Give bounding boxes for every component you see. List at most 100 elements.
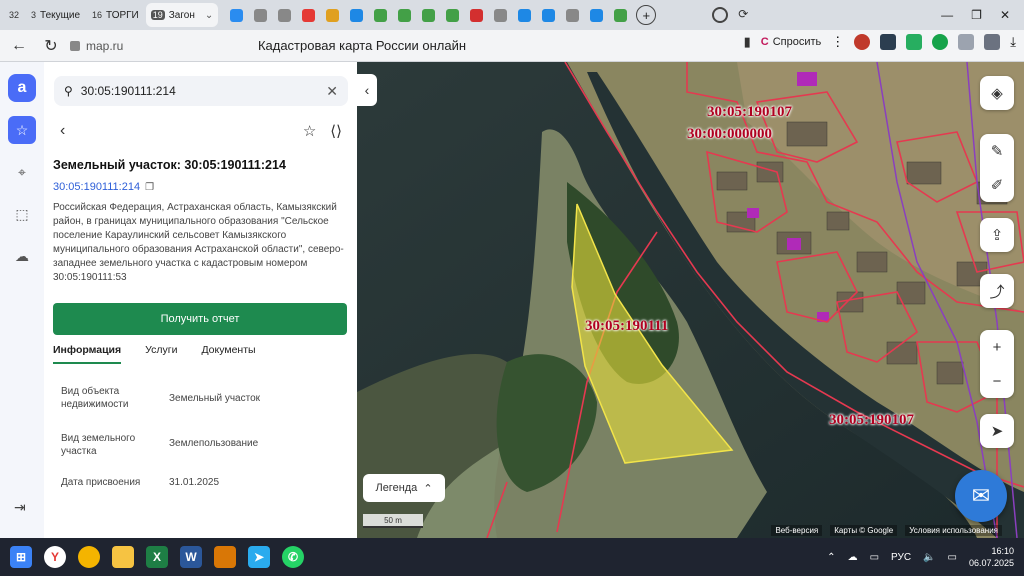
extensions-icon[interactable]: ⟳	[738, 7, 748, 23]
tab-icon-4[interactable]	[322, 3, 342, 27]
tab-icon-9[interactable]	[442, 3, 462, 27]
share-map-icon[interactable]: ⤴	[980, 274, 1014, 308]
volume-icon[interactable]: 🔈	[923, 552, 935, 563]
prop-key: Дата присвоения	[61, 477, 141, 488]
tray-cloud-icon[interactable]: ☁	[848, 552, 858, 563]
explorer-icon[interactable]	[112, 546, 134, 568]
favorites-icon[interactable]: ☆	[8, 116, 36, 144]
star-icon[interactable]: ☆	[303, 122, 316, 140]
layers-icon[interactable]: ◈	[980, 76, 1014, 110]
extension-icon-5[interactable]	[958, 34, 975, 50]
extension-icon-4[interactable]	[932, 34, 949, 50]
tab-icon-14[interactable]	[562, 3, 582, 27]
tab-icon-6[interactable]	[370, 3, 390, 27]
windows-start-icon[interactable]: ⊞	[10, 546, 32, 568]
tab-icon-7[interactable]	[394, 3, 414, 27]
download-icon[interactable]: ⤓	[1010, 34, 1016, 50]
extension-icon-6[interactable]	[984, 34, 1001, 50]
tab-services[interactable]: Услуги	[145, 344, 177, 364]
map-attribution: Веб-версия Карты © Google Условия исполь…	[771, 525, 1002, 536]
tab-icon-16[interactable]	[610, 3, 630, 27]
bookmark-icon[interactable]: ▮	[744, 34, 751, 50]
maximize-icon[interactable]: ❐	[971, 8, 982, 22]
locate-icon[interactable]: ➤	[980, 414, 1014, 448]
search-input[interactable]: ⚲ 30:05:190111:214 ✕	[54, 76, 348, 106]
collapse-panel-button[interactable]: ‹	[357, 74, 377, 106]
cadastral-number-link[interactable]: 30:05:190111:214 ❐	[53, 181, 154, 193]
login-icon[interactable]: ⇥	[14, 499, 26, 516]
measure-icon[interactable]: ⌖	[8, 158, 36, 186]
tab-count: 19	[150, 10, 165, 20]
copy-icon[interactable]: ❐	[145, 182, 154, 193]
extension-icon-3[interactable]	[906, 34, 923, 50]
edit-icon[interactable]: ✐	[980, 168, 1014, 202]
terms-link[interactable]: Условия использования	[905, 525, 1002, 536]
tray-app-icon[interactable]: ▭	[870, 552, 879, 563]
cadastral-label: 30:05:190107	[829, 412, 914, 428]
telegram-icon[interactable]: ➤	[248, 546, 270, 568]
yandex-browser-icon[interactable]: Y	[44, 546, 66, 568]
ruler-icon[interactable]: ✎	[980, 134, 1014, 168]
favicon-icon	[565, 8, 579, 22]
language-indicator[interactable]: РУС	[891, 552, 911, 563]
tab-icon-1[interactable]	[250, 3, 270, 27]
word-icon[interactable]: W	[180, 546, 202, 568]
upload-icon[interactable]: ⇪	[980, 218, 1014, 252]
favicon-icon	[301, 8, 315, 22]
tab-icon-8[interactable]	[418, 3, 438, 27]
tab-icon-5[interactable]	[346, 3, 366, 27]
ask-button[interactable]: С Спросить	[761, 36, 822, 48]
cloud-icon[interactable]: ☁	[8, 242, 36, 270]
clear-icon[interactable]: ✕	[326, 83, 338, 100]
tab-icon-12[interactable]	[514, 3, 534, 27]
panel-actions: ☆ ⟨⟩	[303, 122, 342, 140]
battery-icon[interactable]: ▭	[948, 552, 957, 563]
tab-icon-10[interactable]	[466, 3, 486, 27]
clock[interactable]: 16:10 06.07.2025	[969, 545, 1014, 569]
mail-button[interactable]: ✉	[955, 470, 1007, 522]
locate-group: ➤	[980, 414, 1014, 448]
extension-icon-2[interactable]	[880, 34, 897, 50]
tab-icon-15[interactable]	[586, 3, 606, 27]
tab-icon-2[interactable]	[274, 3, 294, 27]
tab-group-torgi[interactable]: 16 ТОРГИ	[87, 3, 144, 27]
share-icon[interactable]: ⟨⟩	[330, 122, 342, 140]
tab-icon-0[interactable]	[226, 3, 246, 27]
cadastral-number: 30:05:190111:214	[53, 181, 141, 193]
menu-icon[interactable]: ⋮	[831, 34, 844, 50]
tab-icon-13[interactable]	[538, 3, 558, 27]
tab-icon-11[interactable]	[490, 3, 510, 27]
profile-icon[interactable]	[712, 7, 729, 23]
whatsapp-icon[interactable]: ✆	[282, 546, 304, 568]
tab-group-zagon[interactable]: 19 Загон ⌄	[145, 3, 219, 27]
zoom-controls: + −	[980, 330, 1014, 398]
tab-info[interactable]: Информация	[53, 344, 122, 364]
extension-icon-1[interactable]	[854, 34, 871, 50]
icon-tabs	[226, 3, 630, 27]
web-version-link[interactable]: Веб-версия	[771, 525, 823, 536]
chevron-left-icon: ‹	[364, 82, 370, 98]
chevron-down-icon[interactable]: ⌄	[205, 10, 213, 21]
app-logo[interactable]: a	[8, 74, 36, 102]
tab-documents[interactable]: Документы	[201, 344, 255, 364]
app-icon[interactable]	[214, 546, 236, 568]
selection-icon[interactable]: ⬚	[8, 200, 36, 228]
zoom-out-icon[interactable]: −	[980, 364, 1014, 398]
get-report-button[interactable]: Получить отчет	[53, 303, 347, 335]
tab-count: 32	[9, 10, 20, 20]
close-icon[interactable]: ✕	[1000, 8, 1010, 22]
back-chevron-icon[interactable]: ‹	[60, 122, 65, 140]
chrome-icon[interactable]	[78, 546, 100, 568]
new-tab-button[interactable]: +	[636, 5, 657, 25]
favicon-icon	[253, 8, 267, 22]
legend-button[interactable]: Легенда ⌃	[363, 474, 445, 502]
window-controls: — ❐ ✕	[941, 0, 1024, 30]
zoom-in-icon[interactable]: +	[980, 330, 1014, 364]
tab-group-tekushchie[interactable]: 3 Текущие	[26, 3, 85, 27]
tab-icon-3[interactable]	[298, 3, 318, 27]
tab-group-1[interactable]: 32	[4, 3, 24, 27]
tray-chevron-icon[interactable]: ⌃	[827, 552, 835, 563]
excel-icon[interactable]: X	[146, 546, 168, 568]
map-view[interactable]: 30:05:190107 30:00:000000 30:05:190111 3…	[357, 62, 1024, 538]
minimize-icon[interactable]: —	[941, 8, 953, 22]
